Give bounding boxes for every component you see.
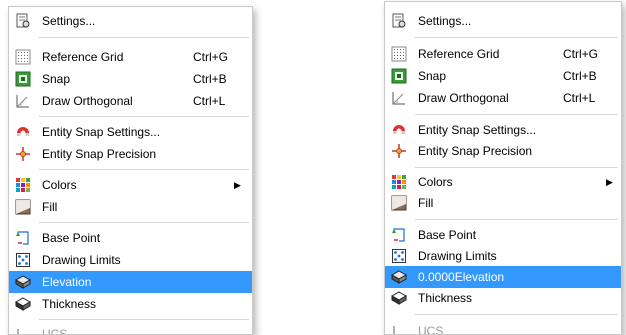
snap-icon xyxy=(15,71,31,87)
menu-separator xyxy=(415,37,618,38)
menu-item-entity-snap-precision-label: Entity Snap Precision xyxy=(418,144,533,158)
menu-separator xyxy=(39,37,249,38)
menu-item-elevation-label: 0.0000Elevation xyxy=(418,270,505,284)
menu-item-fill[interactable]: Fill xyxy=(9,196,252,218)
menu-item-fill-label: Fill xyxy=(42,200,58,214)
menu-separator xyxy=(415,167,618,168)
menu-item-fill[interactable]: Fill xyxy=(385,192,621,214)
menu-item-settings-label: Settings... xyxy=(42,14,96,28)
elevation-icon xyxy=(15,274,31,290)
menu-item-colors[interactable]: Colors ▶ xyxy=(385,171,621,193)
thickness-icon xyxy=(15,296,31,312)
context-menu-right: Settings... Reference Grid Ctrl+G Snap C… xyxy=(384,1,622,335)
menu-item-elevation[interactable]: Elevation xyxy=(9,271,252,293)
menu-item-drawing-limits-label: Drawing Limits xyxy=(418,249,497,263)
settings-icon xyxy=(15,13,31,29)
menu-separator xyxy=(39,319,249,320)
menu-item-reference-grid-label: Reference Grid xyxy=(418,47,500,61)
submenu-arrow-icon: ▶ xyxy=(606,177,613,187)
menu-item-colors[interactable]: Colors ▶ xyxy=(9,174,252,196)
menu-item-settings[interactable]: Settings... xyxy=(385,10,621,32)
fill-icon xyxy=(391,195,407,211)
shortcut-ctrl-b: Ctrl+B xyxy=(563,69,597,83)
menu-item-entity-snap-precision[interactable]: Entity Snap Precision xyxy=(9,143,252,165)
menu-separator xyxy=(39,222,249,223)
menu-item-drawing-limits[interactable]: Drawing Limits xyxy=(9,249,252,271)
menu-item-ucs-label: UCS xyxy=(418,324,444,335)
orthogonal-icon xyxy=(391,90,407,106)
menu-item-reference-grid[interactable]: Reference Grid Ctrl+G xyxy=(385,43,621,65)
menu-item-base-point[interactable]: Base Point xyxy=(9,227,252,249)
menu-item-entity-snap-settings[interactable]: Entity Snap Settings... xyxy=(9,121,252,143)
menu-item-colors-label: Colors xyxy=(418,175,453,189)
menu-item-base-point-label: Base Point xyxy=(42,231,101,245)
base-point-icon xyxy=(391,227,407,243)
menu-item-reference-grid[interactable]: Reference Grid Ctrl+G xyxy=(9,46,252,68)
menu-item-settings-label: Settings... xyxy=(418,14,472,28)
menu-item-snap-label: Snap xyxy=(418,69,447,83)
settings-icon xyxy=(391,13,407,29)
elevation-icon xyxy=(391,269,407,285)
menu-item-thickness-label: Thickness xyxy=(42,297,97,311)
menu-item-thickness[interactable]: Thickness xyxy=(9,293,252,315)
menu-item-ucs[interactable]: UCS xyxy=(9,323,252,335)
menu-separator xyxy=(39,116,249,117)
colors-icon xyxy=(391,174,407,190)
fill-icon xyxy=(15,199,31,215)
menu-item-snap[interactable]: Snap Ctrl+B xyxy=(9,68,252,90)
crosshair-icon xyxy=(15,146,31,162)
menu-item-snap[interactable]: Snap Ctrl+B xyxy=(385,65,621,87)
menu-item-ucs-label: UCS xyxy=(42,327,68,335)
snap-icon xyxy=(391,68,407,84)
shortcut-ctrl-b: Ctrl+B xyxy=(193,72,227,86)
shortcut-ctrl-l: Ctrl+L xyxy=(563,91,596,105)
menu-item-base-point[interactable]: Base Point xyxy=(385,224,621,246)
menu-item-snap-label: Snap xyxy=(42,72,71,86)
menu-item-draw-orthogonal-label: Draw Orthogonal xyxy=(42,94,133,108)
crosshair-icon xyxy=(391,143,407,159)
menu-item-thickness[interactable]: Thickness xyxy=(385,287,621,309)
magnet-icon xyxy=(391,122,407,138)
context-menu-left: Settings... Reference Grid Ctrl+G Snap C… xyxy=(8,6,253,335)
menu-item-base-point-label: Base Point xyxy=(418,228,477,242)
menu-separator xyxy=(415,314,618,315)
menu-item-elevation[interactable]: 0.0000Elevation xyxy=(385,266,621,288)
shortcut-ctrl-l: Ctrl+L xyxy=(193,94,226,108)
menu-item-fill-label: Fill xyxy=(418,196,434,210)
menu-separator xyxy=(415,114,618,115)
thickness-icon xyxy=(391,290,407,306)
menu-item-colors-label: Colors xyxy=(42,178,77,192)
submenu-arrow-icon: ▶ xyxy=(234,180,241,190)
ucs-icon xyxy=(391,323,407,334)
menu-item-drawing-limits-label: Drawing Limits xyxy=(42,253,121,267)
drawing-limits-icon xyxy=(15,252,31,268)
menu-item-elevation-label: Elevation xyxy=(42,275,92,289)
menu-item-ucs[interactable]: UCS xyxy=(385,320,621,335)
orthogonal-icon xyxy=(15,93,31,109)
menu-item-drawing-limits[interactable]: Drawing Limits xyxy=(385,245,621,267)
menu-item-entity-snap-precision-label: Entity Snap Precision xyxy=(42,147,157,161)
menu-item-settings[interactable]: Settings... xyxy=(9,10,252,32)
magnet-icon xyxy=(15,124,31,140)
drawing-limits-icon xyxy=(391,248,407,264)
grid-icon xyxy=(391,46,407,62)
grid-icon xyxy=(15,49,31,65)
menu-item-entity-snap-settings[interactable]: Entity Snap Settings... xyxy=(385,119,621,141)
base-point-icon xyxy=(15,230,31,246)
menu-item-reference-grid-label: Reference Grid xyxy=(42,50,124,64)
shortcut-ctrl-g: Ctrl+G xyxy=(563,47,599,61)
menu-item-entity-snap-settings-label: Entity Snap Settings... xyxy=(418,123,537,137)
menu-separator xyxy=(415,219,618,220)
shortcut-ctrl-g: Ctrl+G xyxy=(193,50,229,64)
menu-item-draw-orthogonal-label: Draw Orthogonal xyxy=(418,91,509,105)
menu-item-draw-orthogonal[interactable]: Draw Orthogonal Ctrl+L xyxy=(9,90,252,112)
menu-item-entity-snap-precision[interactable]: Entity Snap Precision xyxy=(385,140,621,162)
menu-separator xyxy=(39,169,249,170)
menu-item-entity-snap-settings-label: Entity Snap Settings... xyxy=(42,125,161,139)
menu-item-draw-orthogonal[interactable]: Draw Orthogonal Ctrl+L xyxy=(385,87,621,109)
colors-icon xyxy=(15,177,31,193)
menu-item-thickness-label: Thickness xyxy=(418,291,473,305)
